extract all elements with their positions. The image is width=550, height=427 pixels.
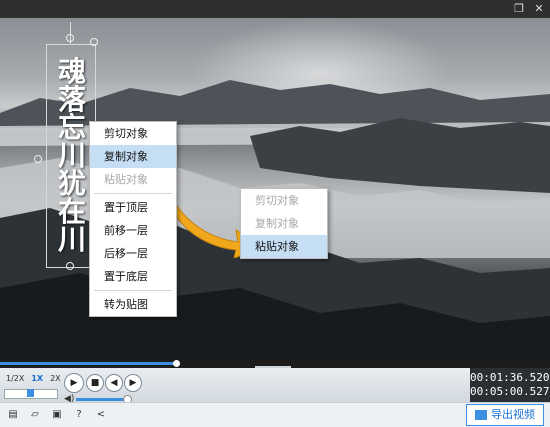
previous-frame-button[interactable]: ◀ (105, 374, 123, 392)
export-label: 导出视频 (491, 408, 535, 421)
export-video-button[interactable]: 导出视频 (466, 404, 544, 426)
menu-separator (94, 193, 172, 194)
play-button[interactable]: ▶ (64, 373, 84, 393)
share-icon[interactable]: < (94, 408, 108, 422)
speed-selector: 1/2X 1X 2X (4, 374, 63, 383)
speed-option-normal[interactable]: 1X (29, 374, 45, 383)
save-icon[interactable]: ▣ (50, 408, 64, 422)
menu-separator (94, 290, 172, 291)
new-file-icon[interactable]: ▤ (6, 408, 20, 422)
time-display: 00:01:36.520 00:05:00.527 (470, 368, 550, 402)
progress-knob[interactable] (173, 360, 180, 367)
title-char: 在 (57, 195, 86, 228)
speed-slider[interactable] (4, 389, 58, 399)
menu-item-copy[interactable]: 复制对象 (90, 145, 176, 168)
progress-fill (0, 362, 176, 365)
playback-controls: 1/2X 1X 2X ▶ ■ ◀ ▶ ◀) 00:01:36.520 00:05… (0, 368, 550, 404)
menu-item-paste[interactable]: 粘贴对象 (90, 168, 176, 191)
menu-item-copy[interactable]: 复制对象 (241, 212, 327, 235)
top-handle[interactable] (66, 34, 74, 42)
title-char: 川 (57, 139, 86, 172)
menu-item-cut[interactable]: 剪切对象 (241, 189, 327, 212)
menu-item-send-backward[interactable]: 后移一层 (90, 242, 176, 265)
stop-button[interactable]: ■ (86, 374, 104, 392)
context-menu-secondary: 剪切对象 复制对象 粘贴对象 (240, 188, 328, 259)
menu-item-send-to-back[interactable]: 置于底层 (90, 265, 176, 288)
speed-slider-knob[interactable] (27, 389, 34, 397)
title-char: 魂 (57, 55, 86, 88)
next-frame-button[interactable]: ▶ (124, 374, 142, 392)
title-char: 犹 (57, 167, 86, 200)
title-bar: ❐ ✕ (0, 0, 550, 18)
menu-item-cut[interactable]: 剪切对象 (90, 122, 176, 145)
restore-icon[interactable]: ❐ (512, 2, 526, 16)
total-time: 00:05:00.527 (470, 385, 550, 398)
volume-slider[interactable] (76, 398, 126, 401)
title-char: 落 (57, 83, 86, 116)
canvas-title-text[interactable]: 魂 落 忘 川 犹 在 川 (52, 58, 92, 254)
menu-item-bring-forward[interactable]: 前移一层 (90, 219, 176, 242)
export-icon (475, 410, 487, 420)
speed-option-half[interactable]: 1/2X (4, 374, 26, 383)
bottom-handle[interactable] (66, 262, 74, 270)
menu-item-bring-to-front[interactable]: 置于顶层 (90, 196, 176, 219)
footer-toolbar: ▤ ▱ ▣ ? < 导出视频 (0, 402, 550, 427)
title-char: 忘 (57, 111, 86, 144)
rotate-handle[interactable] (90, 38, 98, 46)
left-handle[interactable] (34, 155, 42, 163)
speed-option-double[interactable]: 2X (48, 374, 63, 383)
menu-item-paste[interactable]: 粘贴对象 (241, 235, 327, 258)
title-char: 川 (57, 223, 86, 256)
close-icon[interactable]: ✕ (532, 2, 546, 16)
help-icon[interactable]: ? (72, 408, 86, 422)
current-time: 00:01:36.520 (470, 371, 550, 384)
context-menu-main: 剪切对象 复制对象 粘贴对象 置于顶层 前移一层 后移一层 置于底层 转为贴图 (89, 121, 177, 317)
menu-item-convert-to-sticker[interactable]: 转为贴图 (90, 293, 176, 316)
open-folder-icon[interactable]: ▱ (28, 408, 42, 422)
